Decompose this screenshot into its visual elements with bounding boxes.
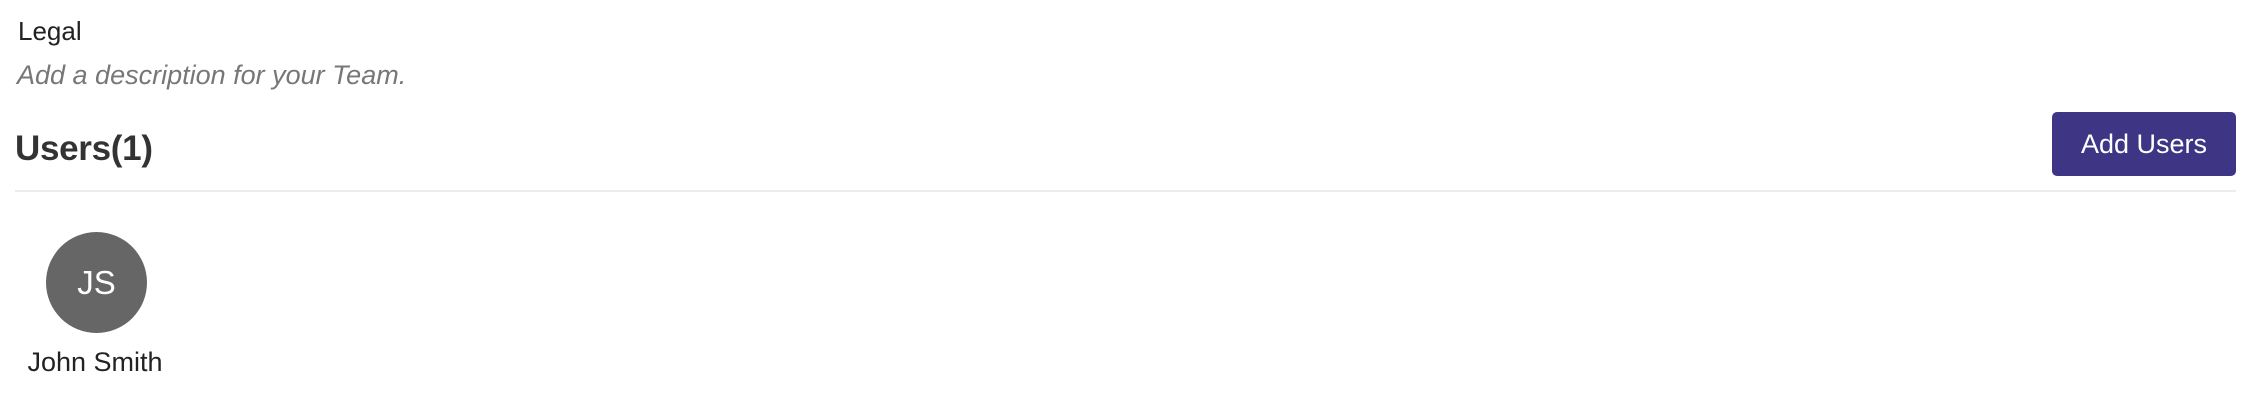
user-card[interactable]: JS John Smith (0, 230, 190, 390)
users-section-title: Users(1) (15, 129, 153, 168)
team-name[interactable]: Legal (18, 14, 82, 48)
user-avatar[interactable]: JS (46, 232, 147, 333)
add-users-button[interactable]: Add Users (2052, 112, 2236, 176)
user-name: John Smith (27, 347, 163, 377)
team-details-page: Legal Add a description for your Team. U… (0, 0, 2252, 402)
team-description-field[interactable]: Add a description for your Team. (17, 57, 406, 93)
section-divider (15, 190, 2236, 192)
